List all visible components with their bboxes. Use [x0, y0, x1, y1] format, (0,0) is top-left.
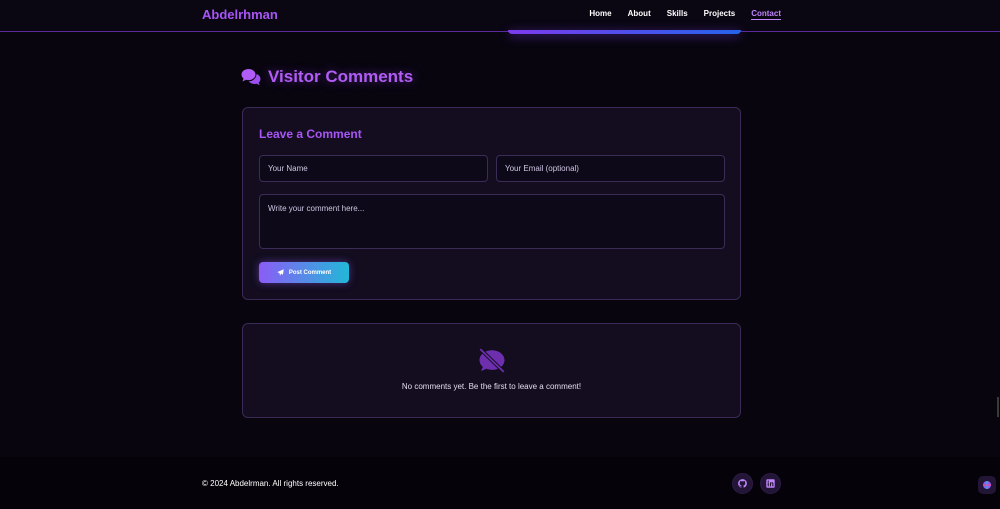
brand-logo[interactable]: Abdelrhman — [202, 7, 278, 22]
form-title: Leave a Comment — [259, 127, 362, 141]
email-input[interactable] — [496, 155, 725, 182]
footer: © 2024 Abdelrman. All rights reserved. — [0, 457, 1000, 509]
comment-textarea[interactable] — [259, 194, 725, 249]
section-title: Visitor Comments — [268, 67, 414, 86]
navbar: Abdelrhman Home About Skills Projects Co… — [0, 0, 1000, 32]
copyright-text: © 2024 Abdelrman. All rights reserved. — [202, 479, 339, 488]
nav-link-skills[interactable]: Skills — [667, 9, 688, 20]
post-comment-button[interactable]: Post Comment — [259, 262, 349, 283]
name-input[interactable] — [259, 155, 488, 182]
nav-link-projects[interactable]: Projects — [704, 9, 736, 20]
empty-comments-message: No comments yet. Be the first to leave a… — [401, 382, 582, 391]
comments-list-card: No comments yet. Be the first to leave a… — [242, 323, 741, 418]
glow-decoration — [508, 30, 741, 34]
nav-link-home[interactable]: Home — [589, 9, 611, 20]
comment-slash-icon — [478, 348, 506, 373]
floating-widget-button[interactable] — [978, 476, 996, 494]
paper-plane-icon — [277, 269, 284, 276]
post-comment-label: Post Comment — [288, 269, 332, 276]
nav-link-about[interactable]: About — [628, 9, 651, 20]
palette-icon — [983, 481, 991, 489]
linkedin-icon — [766, 479, 775, 488]
nav-links: Home About Skills Projects Contact — [589, 9, 781, 20]
comment-form-card: Leave a Comment Post Comment — [242, 107, 741, 300]
scrollbar-thumb[interactable] — [997, 397, 999, 417]
github-icon — [738, 479, 747, 488]
linkedin-link[interactable] — [760, 473, 781, 494]
comments-icon — [241, 69, 261, 86]
github-link[interactable] — [732, 473, 753, 494]
section-header: Visitor Comments — [241, 67, 413, 87]
nav-link-contact[interactable]: Contact — [751, 9, 781, 20]
